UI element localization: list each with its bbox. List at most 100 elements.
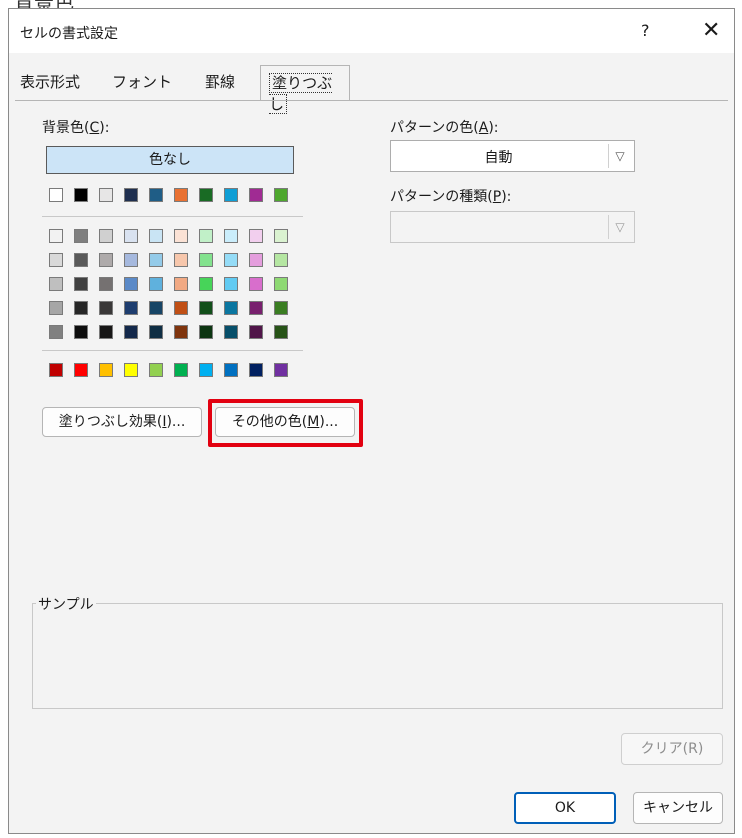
theme-color-row5-swatch-1[interactable] [49, 325, 63, 339]
tab-border[interactable]: 罫線 [205, 71, 235, 92]
theme-color-row1-swatch-3[interactable] [99, 229, 113, 243]
theme-color-row2-swatch-5[interactable] [149, 253, 163, 267]
theme-color-row5-swatch-2[interactable] [74, 325, 88, 339]
accent-color-swatch-10[interactable] [274, 363, 288, 377]
theme-color-row3-swatch-5[interactable] [149, 277, 163, 291]
annotation-highlight-box [208, 399, 363, 447]
theme-color-row5-swatch-8[interactable] [224, 325, 238, 339]
tab-fill-label: 塗りつぶし [269, 73, 333, 114]
accent-color-swatch-7[interactable] [199, 363, 213, 377]
theme-color-row3-swatch-8[interactable] [224, 277, 238, 291]
theme-color-row4-swatch-4[interactable] [124, 301, 138, 315]
tab-font[interactable]: フォント [112, 71, 172, 92]
chevron-down-icon[interactable]: ▽ [608, 144, 631, 168]
theme-color-row4-swatch-6[interactable] [174, 301, 188, 315]
accent-color-swatch-8[interactable] [224, 363, 238, 377]
theme-color-row2-swatch-4[interactable] [124, 253, 138, 267]
cancel-button[interactable]: キャンセル [633, 792, 723, 824]
sample-label: サンプル [36, 594, 96, 614]
pattern-style-select[interactable]: ▽ [390, 211, 635, 243]
accent-color-swatch-4[interactable] [124, 363, 138, 377]
theme-color-row2-swatch-10[interactable] [274, 253, 288, 267]
theme-color-row3-swatch-2[interactable] [74, 277, 88, 291]
theme-color-row3-swatch-7[interactable] [199, 277, 213, 291]
theme-color-row2-swatch-8[interactable] [224, 253, 238, 267]
pattern-color-label: パターンの色(A): [390, 120, 499, 136]
theme-color-row3-swatch-3[interactable] [99, 277, 113, 291]
sample-preview [32, 603, 723, 709]
standard-color-swatch-8[interactable] [224, 188, 238, 202]
accent-color-swatch-6[interactable] [174, 363, 188, 377]
title-bar: セルの書式設定 ? ✕ [9, 9, 734, 53]
theme-color-row5-swatch-7[interactable] [199, 325, 213, 339]
standard-color-swatch-2[interactable] [74, 188, 88, 202]
theme-color-row2-swatch-7[interactable] [199, 253, 213, 267]
palette-separator-top [42, 216, 303, 217]
no-color-button[interactable]: 色なし [46, 146, 294, 174]
theme-color-row4-swatch-2[interactable] [74, 301, 88, 315]
theme-color-row1-swatch-6[interactable] [174, 229, 188, 243]
palette-separator-bottom [42, 350, 303, 351]
background-color-label: 背景色(C): [42, 120, 110, 136]
accent-color-swatch-5[interactable] [149, 363, 163, 377]
theme-color-row5-swatch-10[interactable] [274, 325, 288, 339]
theme-color-row5-swatch-6[interactable] [174, 325, 188, 339]
tab-number-format[interactable]: 表示形式 [20, 71, 80, 92]
theme-color-row1-swatch-1[interactable] [49, 229, 63, 243]
standard-color-swatch-7[interactable] [199, 188, 213, 202]
theme-color-row5-swatch-4[interactable] [124, 325, 138, 339]
theme-color-row1-swatch-7[interactable] [199, 229, 213, 243]
theme-color-row1-swatch-8[interactable] [224, 229, 238, 243]
chevron-down-icon[interactable]: ▽ [608, 215, 631, 239]
close-icon[interactable]: ✕ [702, 18, 720, 43]
pattern-style-label: パターンの種類(P): [390, 189, 512, 205]
accent-color-swatch-3[interactable] [99, 363, 113, 377]
standard-color-swatch-6[interactable] [174, 188, 188, 202]
theme-color-row1-swatch-10[interactable] [274, 229, 288, 243]
tab-fill[interactable]: 塗りつぶし [260, 65, 350, 114]
pattern-color-value: 自動 [484, 150, 513, 166]
theme-color-row1-swatch-2[interactable] [74, 229, 88, 243]
theme-color-row2-swatch-1[interactable] [49, 253, 63, 267]
theme-color-row3-swatch-1[interactable] [49, 277, 63, 291]
standard-color-swatch-4[interactable] [124, 188, 138, 202]
theme-color-row3-swatch-10[interactable] [274, 277, 288, 291]
ok-button[interactable]: OK [514, 792, 616, 824]
accent-color-swatch-9[interactable] [249, 363, 263, 377]
dialog-title: セルの書式設定 [20, 26, 118, 42]
theme-color-row5-swatch-9[interactable] [249, 325, 263, 339]
pattern-color-select[interactable]: 自動 ▽ [390, 140, 635, 172]
theme-color-row5-swatch-3[interactable] [99, 325, 113, 339]
theme-color-row3-swatch-9[interactable] [249, 277, 263, 291]
standard-color-swatch-10[interactable] [274, 188, 288, 202]
theme-color-row3-swatch-6[interactable] [174, 277, 188, 291]
theme-color-row3-swatch-4[interactable] [124, 277, 138, 291]
theme-color-row4-swatch-5[interactable] [149, 301, 163, 315]
theme-color-row4-swatch-7[interactable] [199, 301, 213, 315]
theme-color-row4-swatch-1[interactable] [49, 301, 63, 315]
theme-color-row1-swatch-5[interactable] [149, 229, 163, 243]
theme-color-row4-swatch-8[interactable] [224, 301, 238, 315]
accent-color-swatch-2[interactable] [74, 363, 88, 377]
tab-strip: 表示形式 フォント 罫線 塗りつぶし [9, 65, 734, 114]
fill-effects-button[interactable]: 塗りつぶし効果(I)... [42, 407, 202, 437]
accent-color-swatch-1[interactable] [49, 363, 63, 377]
theme-color-row4-swatch-3[interactable] [99, 301, 113, 315]
standard-color-swatch-5[interactable] [149, 188, 163, 202]
theme-color-row2-swatch-9[interactable] [249, 253, 263, 267]
standard-color-swatch-1[interactable] [49, 188, 63, 202]
theme-color-row4-swatch-9[interactable] [249, 301, 263, 315]
clear-button[interactable]: クリア(R) [621, 733, 723, 765]
format-cells-dialog: セルの書式設定 ? ✕ 表示形式 フォント 罫線 塗りつぶし 背景色(C): 色… [8, 8, 735, 834]
tab-divider [15, 100, 728, 101]
theme-color-row4-swatch-10[interactable] [274, 301, 288, 315]
standard-color-swatch-9[interactable] [249, 188, 263, 202]
theme-color-row1-swatch-4[interactable] [124, 229, 138, 243]
theme-color-row1-swatch-9[interactable] [249, 229, 263, 243]
help-button[interactable]: ? [641, 21, 650, 40]
theme-color-row2-swatch-3[interactable] [99, 253, 113, 267]
theme-color-row5-swatch-5[interactable] [149, 325, 163, 339]
standard-color-swatch-3[interactable] [99, 188, 113, 202]
theme-color-row2-swatch-6[interactable] [174, 253, 188, 267]
theme-color-row2-swatch-2[interactable] [74, 253, 88, 267]
